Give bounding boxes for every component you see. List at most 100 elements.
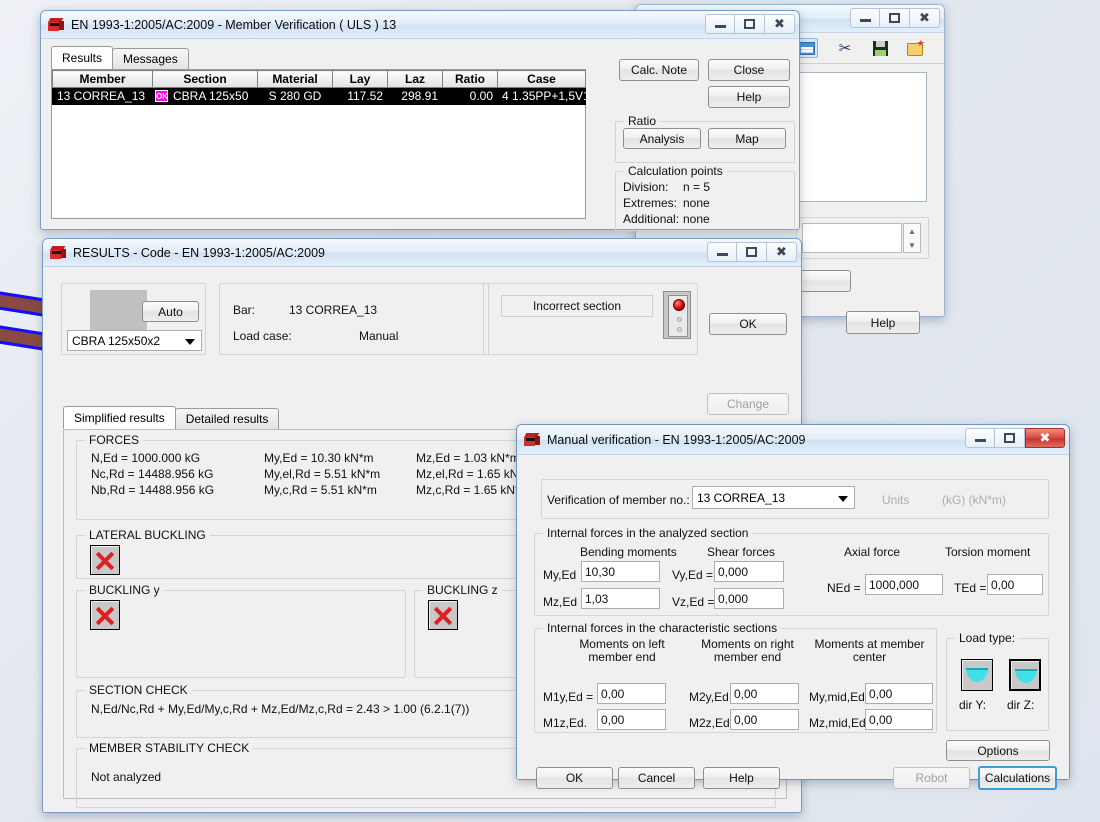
spinner-up-icon[interactable]: ▲ bbox=[904, 224, 920, 238]
vz-ed-input[interactable]: 0,000 bbox=[714, 588, 784, 609]
value-input[interactable] bbox=[802, 223, 902, 253]
close-button[interactable]: ✖ bbox=[767, 242, 797, 262]
save-icon[interactable] bbox=[869, 38, 891, 58]
change-button[interactable]: Change bbox=[707, 393, 789, 415]
cancel-button[interactable]: Cancel bbox=[618, 767, 695, 789]
vy-ed-label: Vy,Ed = bbox=[672, 568, 714, 582]
cell-laz[interactable]: 298.91 bbox=[387, 87, 443, 105]
col-section[interactable]: Section bbox=[152, 70, 258, 88]
bar-label: Bar: bbox=[233, 303, 256, 317]
background-help-button[interactable]: Help bbox=[846, 311, 920, 334]
mz-ed-input[interactable]: 1,03 bbox=[581, 588, 660, 609]
calculations-button[interactable]: Calculations bbox=[978, 766, 1057, 790]
col-ratio[interactable]: Ratio bbox=[442, 70, 498, 88]
maximize-button[interactable] bbox=[735, 14, 765, 34]
mz-mid-ed-input[interactable]: 0,00 bbox=[865, 709, 933, 730]
spinner-down-icon[interactable]: ▼ bbox=[904, 238, 920, 252]
loadcase-value: Manual bbox=[359, 329, 399, 343]
member-tabstrip[interactable]: Results Messages bbox=[51, 46, 189, 69]
manual-verification-window[interactable]: Manual verification - EN 1993-1:2005/AC:… bbox=[516, 424, 1070, 790]
manual-window-controls[interactable]: ✖ bbox=[965, 428, 1065, 448]
open-folder-icon[interactable] bbox=[904, 38, 926, 59]
background-window-controls[interactable]: ✖ bbox=[850, 8, 940, 28]
tab-detailed-results[interactable]: Detailed results bbox=[174, 408, 280, 429]
ok-button[interactable]: OK bbox=[709, 313, 787, 335]
minimize-button[interactable] bbox=[850, 8, 880, 28]
background-secondary-button[interactable] bbox=[796, 270, 851, 292]
member-combo[interactable]: 13 CORREA_13 bbox=[692, 486, 855, 509]
cell-material[interactable]: S 280 GD bbox=[257, 87, 333, 105]
help-button[interactable]: Help bbox=[703, 767, 780, 789]
load-dir-y-icon[interactable] bbox=[961, 659, 993, 691]
tab-simplified-results[interactable]: Simplified results bbox=[63, 406, 176, 429]
ned-input[interactable]: 1000,000 bbox=[865, 574, 943, 595]
cell-case[interactable]: 4 1.35PP+1,5V1 bbox=[497, 87, 590, 105]
units-label: Units bbox=[882, 493, 910, 507]
moments-left-header: Moments on left member end bbox=[579, 637, 665, 664]
member-window-titlebar[interactable]: EN 1993-1:2005/AC:2009 - Member Verifica… bbox=[41, 11, 799, 39]
results-window-titlebar[interactable]: RESULTS - Code - EN 1993-1:2005/AC:2009 … bbox=[43, 239, 801, 267]
manual-window-title: Manual verification - EN 1993-1:2005/AC:… bbox=[547, 432, 806, 447]
member-window-controls[interactable]: ✖ bbox=[705, 14, 795, 34]
cell-ratio[interactable]: 0.00 bbox=[442, 87, 498, 105]
close-button-panel[interactable]: Close bbox=[708, 59, 790, 81]
my-mid-ed-input[interactable]: 0,00 bbox=[865, 683, 933, 704]
vy-ed-input[interactable]: 0,000 bbox=[714, 561, 784, 582]
cell-section[interactable]: OK CBRA 125x50 bbox=[152, 87, 258, 105]
manual-window-client: Verification of member no.: 13 CORREA_13… bbox=[517, 455, 1069, 790]
my-ed-input[interactable]: 10,30 bbox=[581, 561, 660, 582]
m1z-ed-input[interactable]: 0,00 bbox=[597, 709, 666, 730]
col-laz[interactable]: Laz bbox=[387, 70, 443, 88]
results-table-panel[interactable]: Member Section Material Lay Laz Ratio Ca… bbox=[51, 69, 590, 219]
options-button[interactable]: Options bbox=[946, 740, 1050, 761]
cell-lay[interactable]: 117.52 bbox=[332, 87, 388, 105]
maximize-button[interactable] bbox=[737, 242, 767, 262]
minimize-button[interactable] bbox=[705, 14, 735, 34]
close-button[interactable]: ✖ bbox=[910, 8, 940, 28]
forces-group-label: FORCES bbox=[85, 433, 144, 447]
force-nc-rd: Nc,Rd = 14488.956 kG bbox=[91, 467, 214, 481]
col-member[interactable]: Member bbox=[52, 70, 153, 88]
m2y-ed-input[interactable]: 0,00 bbox=[730, 683, 799, 704]
minimize-button[interactable] bbox=[707, 242, 737, 262]
results-tabstrip[interactable]: Simplified results Detailed results bbox=[63, 406, 280, 429]
tab-messages[interactable]: Messages bbox=[112, 48, 189, 69]
chevron-down-icon[interactable] bbox=[185, 338, 195, 345]
chevron-down-icon[interactable] bbox=[838, 495, 848, 502]
results-window-controls[interactable]: ✖ bbox=[707, 242, 797, 262]
member-verification-window[interactable]: EN 1993-1:2005/AC:2009 - Member Verifica… bbox=[40, 10, 800, 231]
help-button-panel[interactable]: Help bbox=[708, 86, 790, 108]
auto-button[interactable]: Auto bbox=[142, 301, 199, 322]
col-lay[interactable]: Lay bbox=[332, 70, 388, 88]
value-spinner[interactable]: ▲ ▼ bbox=[903, 223, 921, 253]
scissors-icon[interactable]: ✂ bbox=[834, 38, 856, 58]
calc-note-button[interactable]: Calc. Note bbox=[619, 59, 699, 81]
load-dir-z-icon[interactable] bbox=[1009, 659, 1041, 691]
table-row[interactable]: 13 CORREA_13 OK CBRA 125x50 S 280 GD 117… bbox=[52, 87, 590, 105]
m1y-ed-input[interactable]: 0,00 bbox=[597, 683, 666, 704]
col-material[interactable]: Material bbox=[257, 70, 333, 88]
lamp-red-icon bbox=[673, 299, 685, 311]
maximize-button[interactable] bbox=[880, 8, 910, 28]
tab-results[interactable]: Results bbox=[51, 46, 114, 69]
force-my-el-rd: My,el,Rd = 5.51 kN*m bbox=[264, 467, 381, 481]
ok-button[interactable]: OK bbox=[536, 767, 613, 789]
robot-button[interactable]: Robot bbox=[893, 767, 970, 789]
col-case[interactable]: Case bbox=[497, 70, 586, 88]
force-nb-rd: Nb,Rd = 14488.956 kG bbox=[91, 483, 215, 497]
map-button[interactable]: Map bbox=[708, 128, 786, 149]
close-button[interactable]: ✖ bbox=[1025, 428, 1065, 448]
dir-z-label: dir Z: bbox=[1007, 698, 1035, 712]
close-button[interactable]: ✖ bbox=[765, 14, 795, 34]
m2z-ed-input[interactable]: 0,00 bbox=[730, 709, 799, 730]
minimize-button[interactable] bbox=[965, 428, 995, 448]
manual-window-titlebar[interactable]: Manual verification - EN 1993-1:2005/AC:… bbox=[517, 425, 1069, 455]
force-my-c-rd: My,c,Rd = 5.51 kN*m bbox=[264, 483, 377, 497]
ted-input[interactable]: 0,00 bbox=[987, 574, 1043, 595]
cell-member[interactable]: 13 CORREA_13 bbox=[52, 87, 153, 105]
maximize-button[interactable] bbox=[995, 428, 1025, 448]
analysis-button[interactable]: Analysis bbox=[623, 128, 701, 149]
additional-value: none bbox=[683, 212, 710, 226]
preview-canvas[interactable] bbox=[799, 72, 927, 202]
section-combo[interactable]: CBRA 125x50x2 bbox=[67, 330, 202, 351]
